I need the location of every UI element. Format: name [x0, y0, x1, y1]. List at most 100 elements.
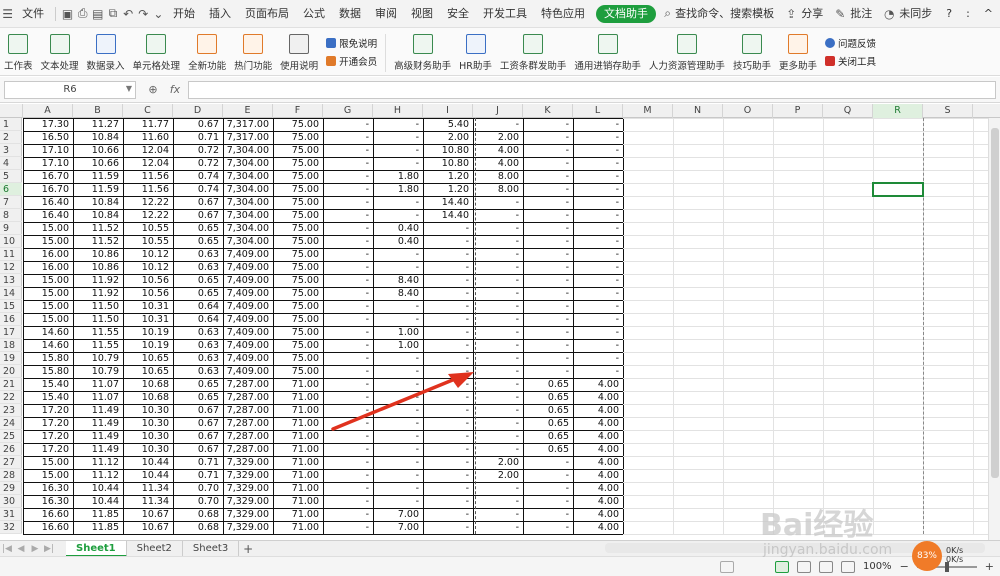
cell[interactable]: 16.40 — [23, 209, 73, 222]
cell[interactable]: 4.00 — [473, 144, 523, 157]
cell[interactable]: - — [323, 352, 373, 365]
cell[interactable]: - — [473, 339, 523, 352]
hrm-assistant-button[interactable]: 人力资源管理助手 — [645, 32, 729, 74]
cell[interactable]: - — [323, 391, 373, 404]
cell[interactable]: - — [523, 209, 573, 222]
usage-guide-button[interactable]: 使用说明 — [276, 32, 322, 74]
cell[interactable]: - — [373, 417, 423, 430]
cell[interactable]: - — [473, 417, 523, 430]
cell[interactable]: 15.00 — [23, 287, 73, 300]
cell[interactable]: 0.63 — [173, 261, 223, 274]
cell[interactable]: - — [473, 222, 523, 235]
cell[interactable]: 16.30 — [23, 495, 73, 508]
column-header-c[interactable]: C — [123, 104, 173, 118]
cell[interactable]: - — [423, 365, 473, 378]
cell[interactable]: - — [423, 261, 473, 274]
cell[interactable]: - — [323, 157, 373, 170]
cell[interactable]: 71.00 — [273, 378, 323, 391]
cell[interactable]: 2.00 — [473, 456, 523, 469]
vertical-scrollbar[interactable] — [988, 118, 1000, 540]
cell[interactable]: 7.00 — [373, 521, 423, 534]
cell[interactable]: 11.60 — [123, 131, 173, 144]
cell[interactable]: - — [323, 118, 373, 131]
cell[interactable]: 7,317.00 — [223, 131, 273, 144]
cell[interactable]: - — [473, 196, 523, 209]
cell[interactable]: 7,329.00 — [223, 508, 273, 521]
cell[interactable]: 10.66 — [73, 157, 123, 170]
next-sheet-arrow-icon[interactable]: ▶ — [28, 544, 42, 554]
column-header-l[interactable]: L — [573, 104, 623, 118]
cell[interactable]: - — [573, 235, 623, 248]
tab-3[interactable]: 公式 — [296, 0, 332, 28]
sheet-tab-sheet3[interactable]: Sheet3 — [183, 540, 240, 557]
cell[interactable]: 17.20 — [23, 443, 73, 456]
cell[interactable]: 11.92 — [73, 287, 123, 300]
cell[interactable]: 0.40 — [373, 222, 423, 235]
cell[interactable]: 4.00 — [473, 157, 523, 170]
column-header-a[interactable]: A — [23, 104, 73, 118]
cell[interactable]: 4.00 — [573, 495, 623, 508]
row-header[interactable]: 15 — [0, 300, 22, 313]
cell[interactable]: - — [323, 495, 373, 508]
column-header-i[interactable]: I — [423, 104, 473, 118]
cell[interactable]: - — [523, 157, 573, 170]
cell[interactable]: 10.30 — [123, 430, 173, 443]
cell[interactable]: - — [573, 157, 623, 170]
cell[interactable]: 71.00 — [273, 430, 323, 443]
cell[interactable]: - — [523, 261, 573, 274]
cell[interactable]: 17.20 — [23, 430, 73, 443]
cell[interactable]: 4.00 — [573, 391, 623, 404]
cell[interactable]: 8.00 — [473, 170, 523, 183]
cell[interactable]: - — [523, 339, 573, 352]
zoom-out-button[interactable]: − — [900, 560, 909, 573]
cell[interactable]: 10.19 — [123, 326, 173, 339]
cell[interactable]: - — [473, 482, 523, 495]
cell[interactable]: - — [573, 274, 623, 287]
cell[interactable]: - — [573, 209, 623, 222]
cell[interactable]: 11.49 — [73, 417, 123, 430]
cell[interactable]: - — [573, 196, 623, 209]
cell[interactable]: 75.00 — [273, 365, 323, 378]
cell[interactable]: - — [423, 248, 473, 261]
cell[interactable]: 12.04 — [123, 144, 173, 157]
cell[interactable]: 0.63 — [173, 352, 223, 365]
cell[interactable]: - — [473, 391, 523, 404]
cell[interactable]: 0.67 — [173, 118, 223, 131]
cell[interactable]: 71.00 — [273, 443, 323, 456]
cell[interactable]: 75.00 — [273, 313, 323, 326]
row-header[interactable]: 20 — [0, 365, 22, 378]
cell[interactable]: - — [473, 443, 523, 456]
cell[interactable]: - — [473, 378, 523, 391]
cell[interactable]: 11.49 — [73, 404, 123, 417]
cell[interactable]: - — [423, 300, 473, 313]
cell[interactable]: - — [523, 235, 573, 248]
row-header[interactable]: 23 — [0, 404, 22, 417]
cell[interactable]: - — [323, 430, 373, 443]
cell[interactable]: 0.68 — [173, 508, 223, 521]
cell[interactable]: 71.00 — [273, 391, 323, 404]
cell[interactable]: 10.86 — [73, 248, 123, 261]
cell[interactable]: - — [423, 495, 473, 508]
cell[interactable]: 0.65 — [173, 222, 223, 235]
column-header-d[interactable]: D — [173, 104, 223, 118]
column-header-j[interactable]: J — [473, 104, 523, 118]
cell[interactable]: - — [373, 391, 423, 404]
cell[interactable]: 75.00 — [273, 170, 323, 183]
share-button[interactable]: 分享 — [801, 0, 830, 28]
cell[interactable]: 16.70 — [23, 183, 73, 196]
cell[interactable]: - — [423, 274, 473, 287]
cell[interactable]: 4.00 — [573, 443, 623, 456]
cell[interactable]: 10.12 — [123, 261, 173, 274]
row-header[interactable]: 10 — [0, 235, 22, 248]
cell[interactable]: - — [323, 313, 373, 326]
cell[interactable]: - — [373, 261, 423, 274]
tab-document-assistant[interactable]: 文档助手 — [596, 4, 657, 23]
cell[interactable]: - — [523, 495, 573, 508]
cell[interactable]: - — [323, 326, 373, 339]
row-header[interactable]: 9 — [0, 222, 22, 235]
tab-1[interactable]: 插入 — [202, 0, 238, 28]
sheet-tab-sheet2[interactable]: Sheet2 — [127, 540, 183, 557]
cell[interactable]: 0.67 — [173, 404, 223, 417]
cell[interactable]: - — [373, 131, 423, 144]
reading-mode-icon[interactable] — [840, 560, 855, 573]
